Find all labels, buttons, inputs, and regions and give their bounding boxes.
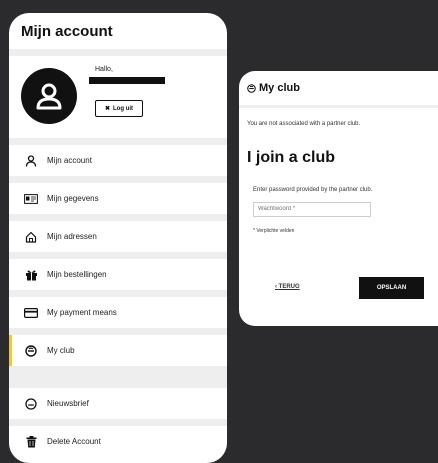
profile-section: Hallo, ✖ Log uit [9,56,227,138]
menu-item-nieuwsbrief[interactable]: Nieuwsbrief [9,388,227,419]
back-link[interactable]: ‹ TERUG [275,284,300,290]
password-label: Enter password provided by the partner c… [253,187,373,193]
divider [9,328,227,335]
menu-item-label: My club [47,346,75,355]
club-panel: My club You are not associated with a pa… [239,71,438,326]
id-card-icon [23,192,39,206]
divider [9,176,227,183]
menu-item-label: Delete Account [47,437,101,446]
menu-item-label: My payment means [47,308,117,317]
club-icon [247,83,256,93]
divider [9,419,227,426]
menu-item-mijn-adressen[interactable]: Mijn adressen [9,221,227,252]
join-club-title: I join a club [247,149,336,166]
club-password-input[interactable] [253,201,371,217]
trash-icon [23,435,39,449]
club-actions: ‹ TERUG OPSLAAN [253,277,424,299]
user-icon [23,154,39,168]
gift-icon [23,268,39,282]
user-avatar-icon [36,83,62,110]
menu-item-my-club[interactable]: My club [9,335,227,366]
club-header-title: My club [259,82,300,94]
account-panel: Mijn account Hallo, ✖ Log uit Mijn accou… [9,13,227,463]
divider [9,366,227,388]
divider [9,214,227,221]
menu-item-my-payment-means[interactable]: My payment means [9,297,227,328]
menu-item-delete-account[interactable]: Delete Account [9,426,227,457]
menu-item-label: Mijn account [47,156,92,165]
home-icon [23,230,39,244]
avatar [21,68,77,124]
menu-item-label: Nieuwsbrief [47,399,89,408]
logout-button[interactable]: ✖ Log uit [95,100,143,117]
menu-item-label: Mijn gegevens [47,194,99,203]
required-fields-note: * Verplichte velden [253,227,295,234]
credit-card-icon [23,306,39,320]
account-title: Mijn account [21,22,113,40]
logout-label: Log uit [113,105,134,112]
menu-item-mijn-gegevens[interactable]: Mijn gegevens [9,183,227,214]
redacted-user-name [89,77,165,84]
close-icon: ✖ [104,106,111,112]
club-header: My club [239,71,438,105]
club-icon [23,344,39,358]
menu-item-mijn-account[interactable]: Mijn account [9,145,227,176]
newsletter-icon [23,397,39,411]
menu-item-label: Mijn adressen [47,232,97,241]
menu-item-label: Mijn bestellingen [47,270,107,279]
divider [9,252,227,259]
divider [9,138,227,145]
greeting-text: Hallo, [95,66,113,73]
not-associated-message: You are not associated with a partner cl… [247,121,361,127]
menu-item-mijn-bestellingen[interactable]: Mijn bestellingen [9,259,227,290]
save-button[interactable]: OPSLAAN [359,277,424,299]
divider [9,49,227,56]
divider [9,290,227,297]
